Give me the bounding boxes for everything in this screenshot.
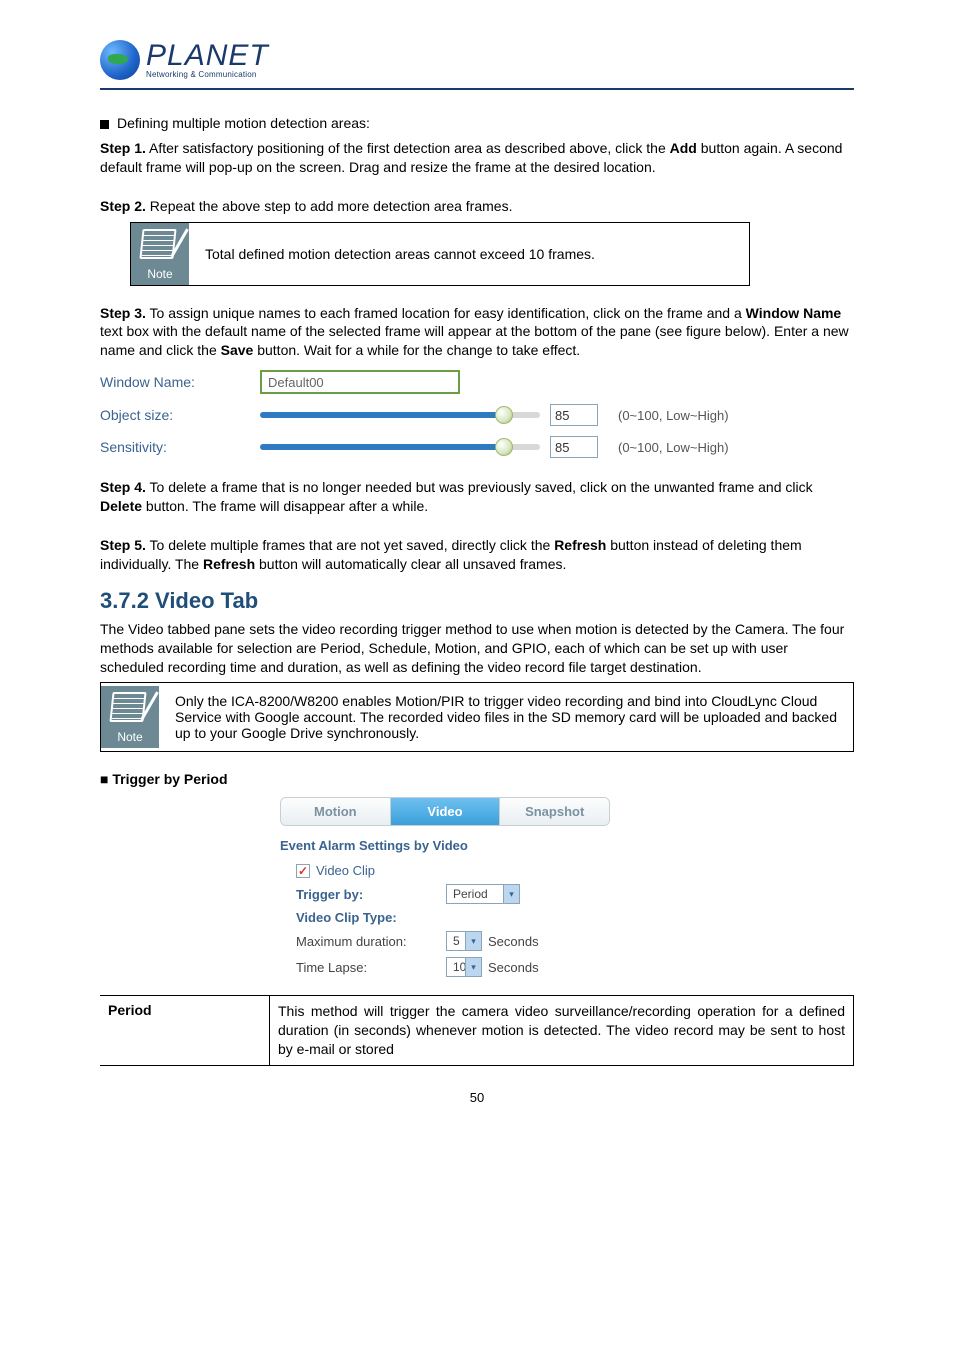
trigger-by-period-heading: ■ Trigger by Period (100, 770, 854, 789)
window-name-input[interactable] (260, 370, 460, 394)
note-icon: Note (101, 686, 159, 748)
step-3: Step 3. To assign unique names to each f… (100, 304, 854, 361)
step-1-label: Step 1. (100, 140, 146, 156)
trigger-by-label: Trigger by: (296, 887, 446, 902)
tab-video[interactable]: Video (390, 798, 500, 825)
note-box-2: Note Only the ICA-8200/W8200 enables Mot… (100, 682, 854, 752)
delete-bold: Delete (100, 498, 142, 514)
page-number: 50 (100, 1090, 854, 1105)
logo-tagline: Networking & Communication (146, 71, 269, 79)
add-bold: Add (670, 140, 697, 156)
note-box-1: Note Total defined motion detection area… (130, 222, 750, 286)
trigger-by-value: Period (447, 887, 503, 901)
slider-thumb-icon[interactable] (495, 438, 513, 456)
step-2-label: Step 2. (100, 198, 146, 214)
chevron-down-icon[interactable]: ▾ (503, 885, 519, 903)
step-1: Step 1. After satisfactory positioning o… (100, 139, 854, 177)
object-size-label: Object size: (100, 407, 260, 423)
window-name-bold: Window Name (746, 305, 842, 321)
motion-settings-screenshot: Window Name: Object size: (0~100, Low~Hi… (100, 370, 740, 458)
time-lapse-select[interactable]: 10 ▾ (446, 957, 482, 977)
section-video-tab-text: The Video tabbed pane sets the video rec… (100, 620, 854, 677)
step-4-label: Step 4. (100, 479, 146, 495)
object-size-hint: (0~100, Low~High) (618, 408, 729, 423)
step-2: Step 2. Repeat the above step to add mor… (100, 197, 854, 216)
chevron-down-icon[interactable]: ▾ (465, 958, 481, 976)
step-5-label: Step 5. (100, 537, 146, 553)
note-icon: Note (131, 223, 189, 285)
tab-motion[interactable]: Motion (281, 798, 390, 825)
event-alarm-title: Event Alarm Settings by Video (280, 838, 610, 853)
trigger-by-select[interactable]: Period ▾ (446, 884, 520, 904)
time-lapse-label: Time Lapse: (296, 960, 446, 975)
step-1-text-a: After satisfactory positioning of the fi… (146, 140, 670, 156)
time-lapse-value: 10 (447, 960, 465, 974)
refresh-bold-1: Refresh (554, 537, 606, 553)
slider-thumb-icon[interactable] (495, 406, 513, 424)
note-1-text: Total defined motion detection areas can… (189, 236, 611, 272)
tab-snapshot[interactable]: Snapshot (499, 798, 609, 825)
save-bold: Save (221, 342, 254, 358)
chevron-down-icon[interactable]: ▾ (465, 932, 481, 950)
step-4-text-a: To delete a frame that is no longer need… (146, 479, 813, 495)
window-name-label: Window Name: (100, 374, 260, 390)
period-description-row: Period This method will trigger the came… (100, 995, 854, 1066)
max-duration-label: Maximum duration: (296, 934, 446, 949)
sensitivity-label: Sensitivity: (100, 439, 260, 455)
step-3-label: Step 3. (100, 305, 146, 321)
sensitivity-slider[interactable] (260, 444, 540, 450)
step-5: Step 5. To delete multiple frames that a… (100, 536, 854, 574)
object-size-slider[interactable] (260, 412, 540, 418)
step-3-text-c: button. Wait for a while for the change … (253, 342, 580, 358)
step-4: Step 4. To delete a frame that is no lon… (100, 478, 854, 516)
tab-nav: Motion Video Snapshot (280, 797, 610, 826)
seconds-label-2: Seconds (488, 960, 539, 975)
refresh-bold-2: Refresh (203, 556, 255, 572)
step-4-text-b: button. The frame will disappear after a… (142, 498, 428, 514)
max-duration-select[interactable]: 5 ▾ (446, 931, 482, 951)
period-cell-text: This method will trigger the camera vide… (270, 996, 853, 1065)
sensitivity-value[interactable] (550, 436, 598, 458)
period-cell-label: Period (100, 996, 270, 1065)
bullet-defining-areas: Defining multiple motion detection areas… (100, 114, 854, 133)
trigger-heading-text: Trigger by Period (112, 771, 227, 787)
step-2-text: Repeat the above step to add more detect… (146, 198, 513, 214)
header-logo-row: PLANET Networking & Communication (100, 40, 854, 90)
max-duration-value: 5 (447, 934, 465, 948)
globe-icon (100, 40, 140, 80)
step-3-text-a: To assign unique names to each framed lo… (146, 305, 746, 321)
sensitivity-hint: (0~100, Low~High) (618, 440, 729, 455)
note-2-text: Only the ICA-8200/W8200 enables Motion/P… (159, 683, 853, 751)
section-heading-video-tab: 3.7.2 Video Tab (100, 588, 854, 614)
step-5-text-c: button will automatically clear all unsa… (255, 556, 566, 572)
video-tab-screenshot: Motion Video Snapshot Event Alarm Settin… (280, 797, 610, 977)
brand-logo: PLANET Networking & Communication (100, 40, 269, 80)
video-clip-label: Video Clip (316, 863, 375, 878)
logo-wordmark: PLANET (146, 41, 269, 71)
step-5-text-a: To delete multiple frames that are not y… (146, 537, 554, 553)
video-clip-type-label: Video Clip Type: (296, 910, 446, 925)
object-size-value[interactable] (550, 404, 598, 426)
note-label: Note (117, 730, 142, 744)
note-label: Note (147, 267, 172, 281)
seconds-label-1: Seconds (488, 934, 539, 949)
video-clip-checkbox[interactable] (296, 864, 310, 878)
